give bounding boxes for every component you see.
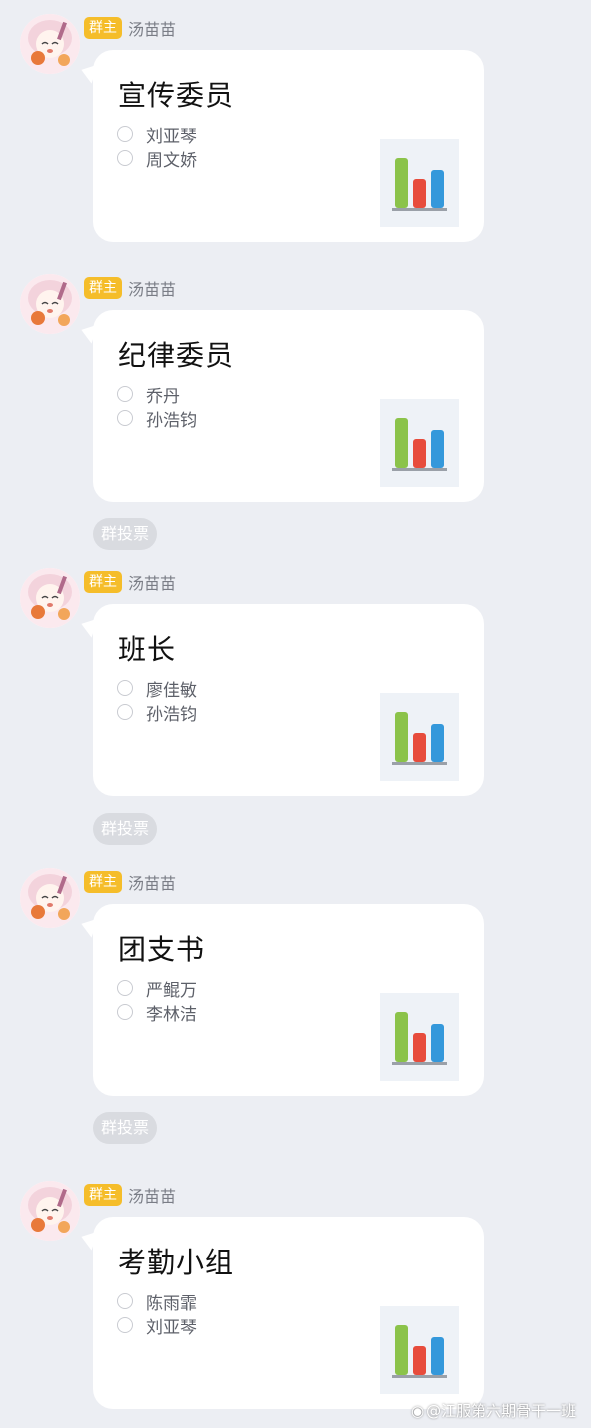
radio-button[interactable]	[117, 1004, 133, 1020]
poll-option-label: 刘亚琴	[146, 1317, 197, 1338]
bar-chart-icon	[380, 1306, 459, 1394]
bar-chart-icon	[380, 399, 459, 487]
poll-option[interactable]: 严鲲万	[117, 976, 197, 1001]
radio-button[interactable]	[117, 150, 133, 166]
radio-button[interactable]	[117, 980, 133, 996]
poll-title: 纪律委员	[118, 339, 235, 372]
sender-name[interactable]: 汤苗苗	[128, 16, 176, 40]
role-badge: 群主	[84, 871, 122, 893]
poll-option-label: 孙浩钧	[146, 704, 197, 725]
poll-card[interactable]: 纪律委员 乔丹 孙浩钧	[93, 310, 484, 502]
poll-option[interactable]: 孙浩钧	[117, 700, 197, 725]
bar-chart-icon	[380, 693, 459, 781]
system-label-group-vote: 群投票	[93, 813, 158, 845]
poll-option-label: 孙浩钧	[146, 410, 197, 431]
sender-name[interactable]: 汤苗苗	[128, 1183, 176, 1207]
poll-option-label: 刘亚琴	[146, 126, 197, 147]
avatar[interactable]	[20, 1181, 80, 1241]
system-label-group-vote: 群投票	[93, 518, 158, 550]
role-badge: 群主	[84, 17, 122, 39]
poll-card[interactable]: 班长 廖佳敏 孙浩钧	[93, 604, 484, 796]
radio-button[interactable]	[117, 410, 133, 426]
sender-name[interactable]: 汤苗苗	[128, 570, 176, 594]
poll-title: 团支书	[118, 933, 206, 966]
weibo-icon: ◉	[411, 1402, 425, 1420]
poll-title: 考勤小组	[118, 1246, 235, 1279]
poll-option[interactable]: 廖佳敏	[117, 676, 197, 701]
radio-button[interactable]	[117, 704, 133, 720]
sender-name[interactable]: 汤苗苗	[128, 870, 176, 894]
radio-button[interactable]	[117, 386, 133, 402]
sender-name[interactable]: 汤苗苗	[128, 276, 176, 300]
poll-option-label: 李林洁	[146, 1004, 197, 1025]
poll-card[interactable]: 团支书 严鲲万 李林洁	[93, 904, 484, 1096]
poll-option-label: 周文娇	[146, 150, 197, 171]
bar-chart-icon	[380, 993, 459, 1081]
radio-button[interactable]	[117, 1293, 133, 1309]
avatar[interactable]	[20, 274, 80, 334]
poll-option[interactable]: 刘亚琴	[117, 1313, 197, 1338]
poll-options: 严鲲万 李林洁	[117, 976, 197, 1025]
poll-options: 乔丹 孙浩钧	[117, 382, 197, 431]
poll-options: 刘亚琴 周文娇	[117, 122, 197, 171]
radio-button[interactable]	[117, 1317, 133, 1333]
poll-option-label: 乔丹	[146, 386, 180, 407]
poll-option-label: 廖佳敏	[146, 680, 197, 701]
bar-chart-icon	[380, 139, 459, 227]
poll-option[interactable]: 乔丹	[117, 382, 197, 407]
role-badge: 群主	[84, 277, 122, 299]
poll-option[interactable]: 周文娇	[117, 146, 197, 171]
poll-options: 廖佳敏 孙浩钧	[117, 676, 197, 725]
poll-options: 陈雨霏 刘亚琴	[117, 1289, 197, 1338]
watermark-text: @江服第六期骨干一班	[426, 1402, 577, 1420]
role-badge: 群主	[84, 1184, 122, 1206]
poll-title: 宣传委员	[118, 79, 235, 112]
system-label-group-vote: 群投票	[93, 1112, 158, 1144]
poll-option[interactable]: 李林洁	[117, 1000, 197, 1025]
watermark: ◉ @江服第六期骨干一班	[411, 1400, 576, 1421]
avatar[interactable]	[20, 568, 80, 628]
radio-button[interactable]	[117, 680, 133, 696]
poll-title: 班长	[118, 633, 177, 666]
avatar[interactable]	[20, 14, 80, 74]
poll-card[interactable]: 考勤小组 陈雨霏 刘亚琴	[93, 1217, 484, 1409]
poll-option-label: 严鲲万	[146, 980, 197, 1001]
poll-card[interactable]: 宣传委员 刘亚琴 周文娇	[93, 50, 484, 242]
poll-option[interactable]: 陈雨霏	[117, 1289, 197, 1314]
role-badge: 群主	[84, 571, 122, 593]
avatar[interactable]	[20, 868, 80, 928]
poll-option-label: 陈雨霏	[146, 1293, 197, 1314]
poll-option[interactable]: 刘亚琴	[117, 122, 197, 147]
poll-option[interactable]: 孙浩钧	[117, 406, 197, 431]
radio-button[interactable]	[117, 126, 133, 142]
